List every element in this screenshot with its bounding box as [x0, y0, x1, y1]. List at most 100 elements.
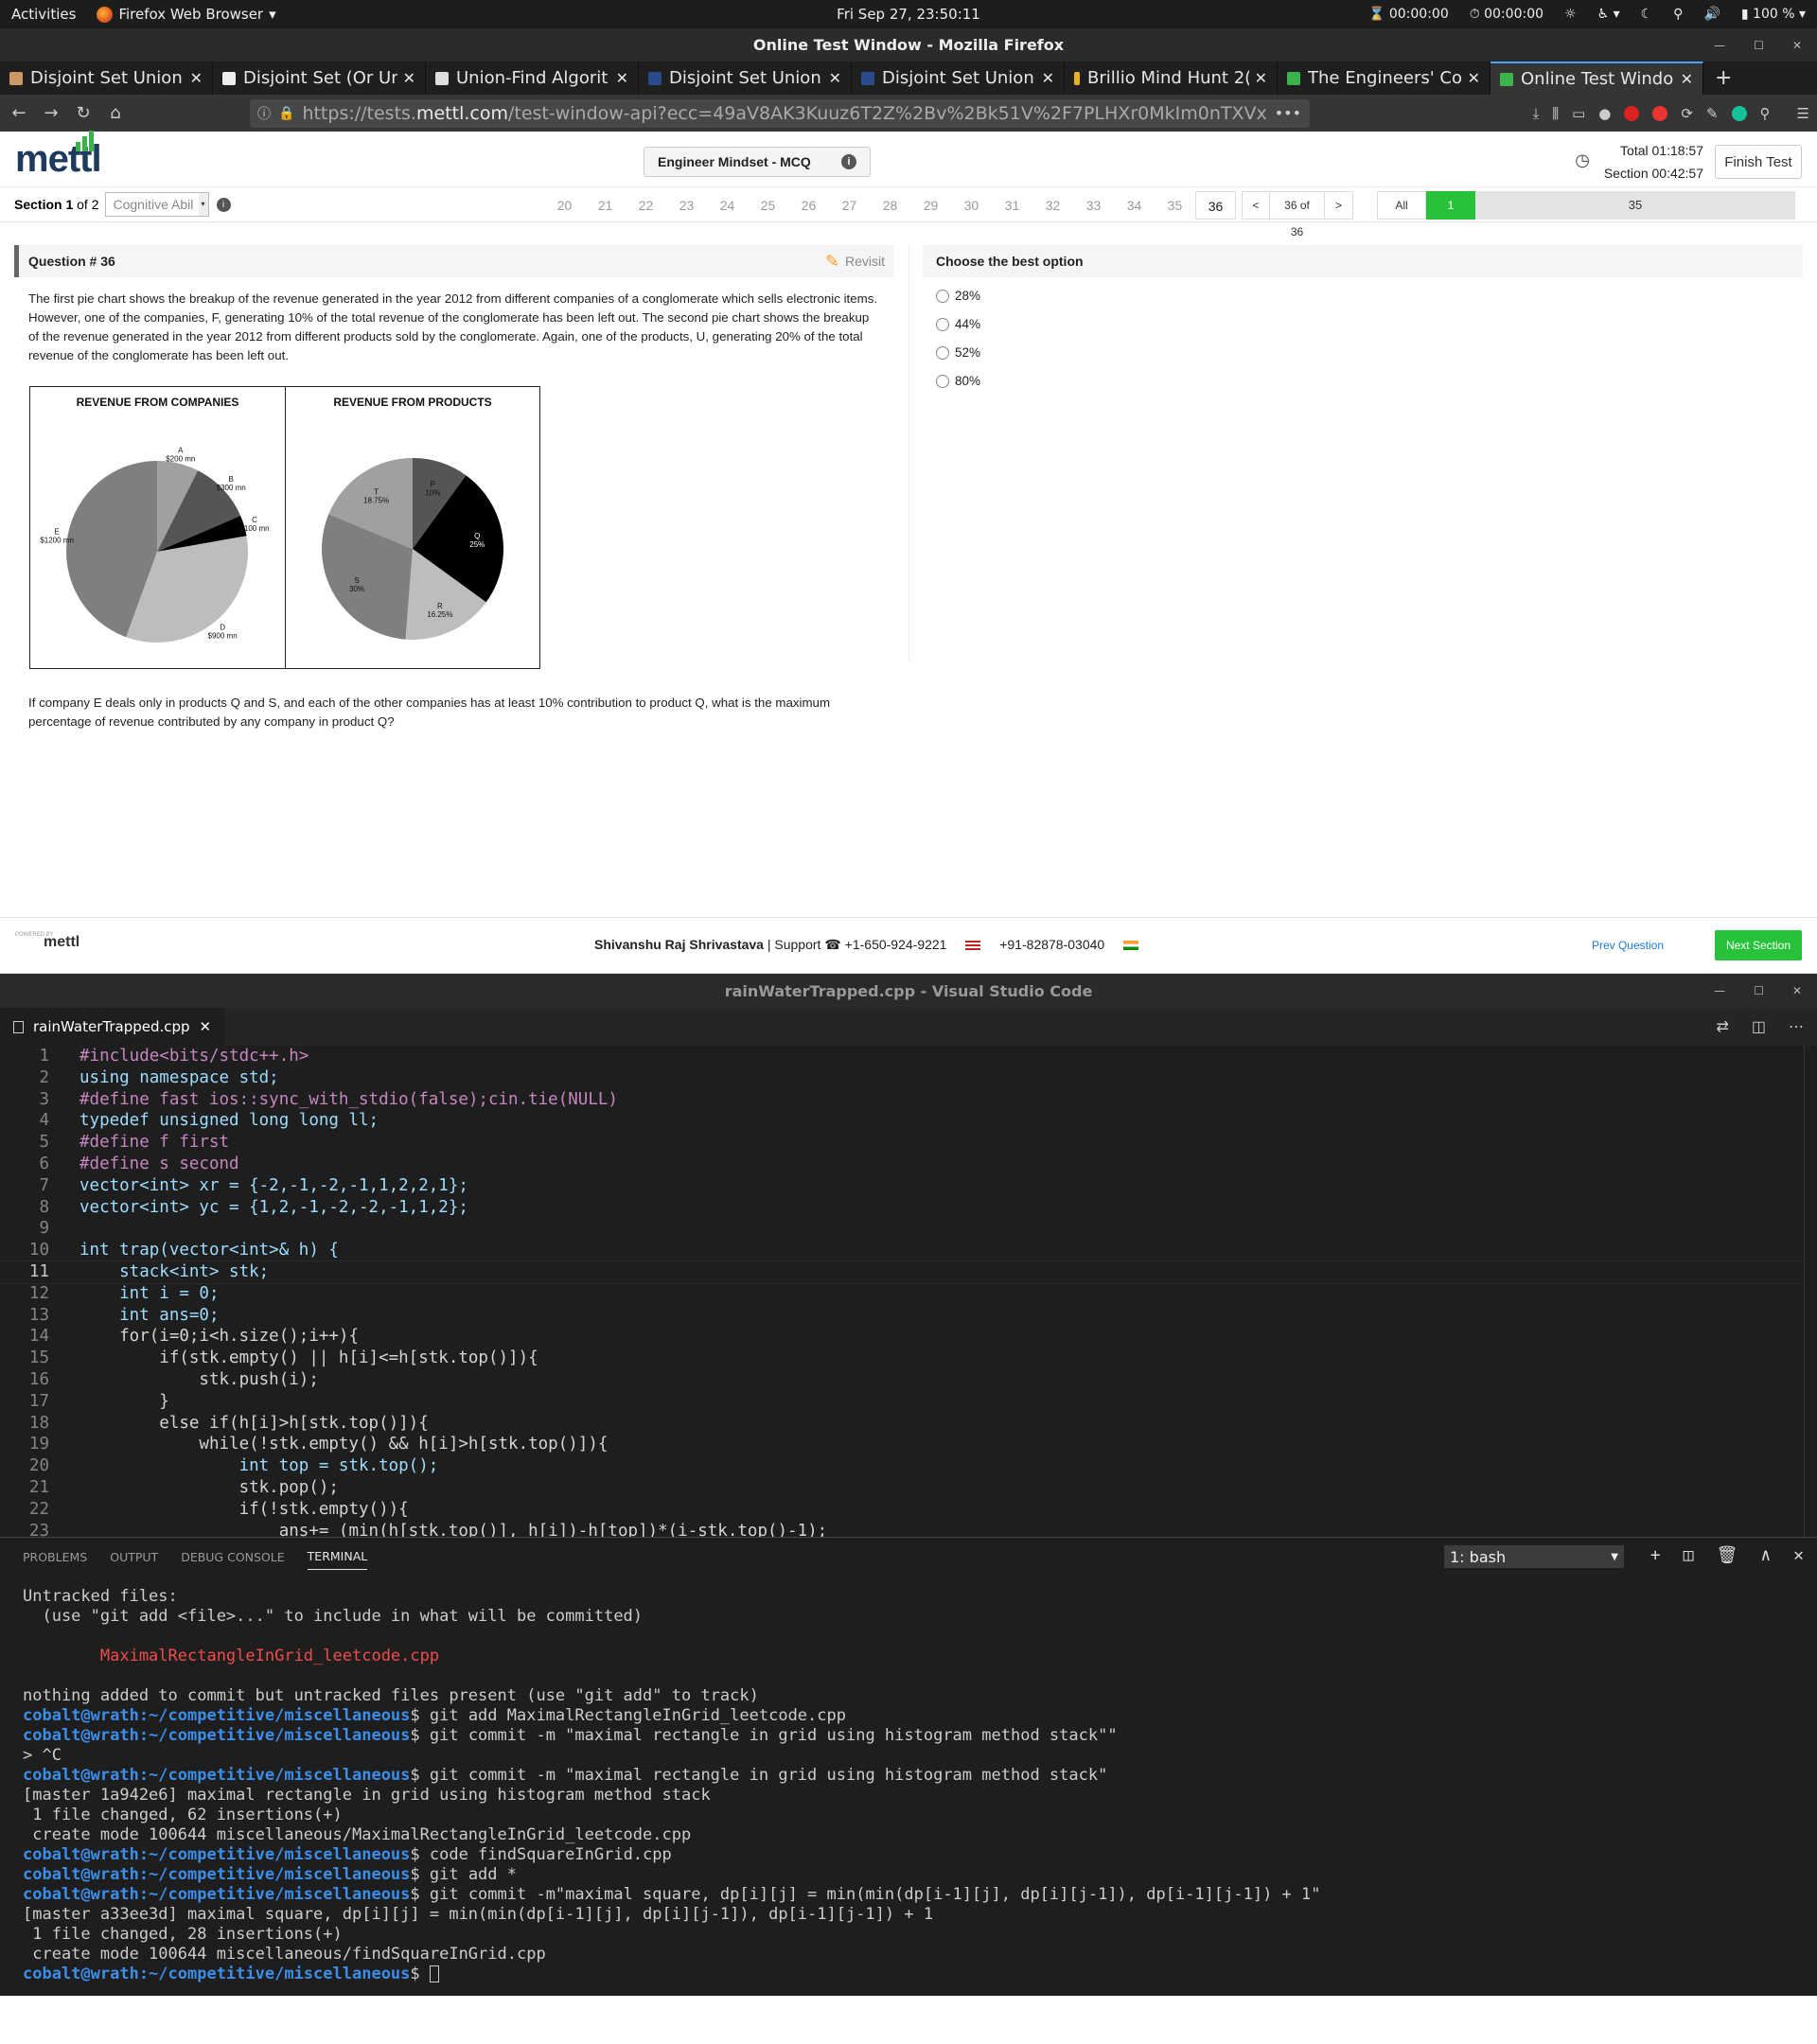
- app-menu[interactable]: Firefox Web Browser ▾: [97, 6, 276, 23]
- test-name-box[interactable]: Engineer Mindset - MCQ i: [644, 147, 871, 177]
- trash-icon[interactable]: 🗑: [1716, 1545, 1738, 1565]
- tab-close-icon[interactable]: ✕: [190, 69, 203, 87]
- tab-close-icon[interactable]: ✕: [1042, 69, 1054, 87]
- prev-question-button[interactable]: Prev Question: [1592, 939, 1664, 952]
- info-icon[interactable]: i: [841, 154, 856, 169]
- activities-button[interactable]: Activities: [11, 6, 76, 23]
- question-number[interactable]: 21: [585, 191, 626, 220]
- back-icon[interactable]: ←: [8, 103, 30, 123]
- terminal-output[interactable]: Untracked files: (use "git add <file>...…: [0, 1576, 1817, 1984]
- system-clock[interactable]: Fri Sep 27, 23:50:11: [837, 6, 980, 23]
- tab-close-icon[interactable]: ✕: [829, 69, 841, 87]
- browser-tab[interactable]: Disjoint Set Union ✕: [0, 62, 213, 95]
- option-row[interactable]: 52%: [936, 343, 1803, 362]
- terminal-select[interactable]: 1: bash ▼: [1444, 1545, 1624, 1568]
- page-actions-icon[interactable]: •••: [1275, 104, 1301, 122]
- tab-close-icon[interactable]: ✕: [403, 69, 415, 87]
- new-tab-icon[interactable]: +: [1703, 62, 1743, 95]
- question-number[interactable]: 28: [870, 191, 910, 220]
- maximize-icon[interactable]: ☐: [1754, 984, 1764, 997]
- lock-icon[interactable]: 🔒: [278, 106, 294, 121]
- editor-scrollbar[interactable]: [1804, 1046, 1817, 1537]
- minimize-icon[interactable]: —: [1714, 39, 1725, 52]
- close-icon[interactable]: ✕: [1792, 984, 1802, 997]
- url-bar[interactable]: ⓘ 🔒 https://tests.mettl.com/test-window-…: [250, 98, 1310, 128]
- search-icon[interactable]: ⚲: [1760, 105, 1771, 122]
- section-select[interactable]: Cognitive Abil ▾: [104, 192, 209, 217]
- battery-indicator[interactable]: ▮ 100 % ▾: [1741, 7, 1806, 22]
- option-row[interactable]: 80%: [936, 371, 1803, 391]
- close-icon[interactable]: ✕: [1792, 39, 1802, 52]
- adblock-icon[interactable]: [1624, 105, 1640, 121]
- tab-problems[interactable]: PROBLEMS: [23, 1550, 87, 1564]
- tab-output[interactable]: OUTPUT: [110, 1550, 158, 1564]
- tab-close-icon[interactable]: ✕: [1681, 70, 1693, 88]
- question-number[interactable]: 30: [951, 191, 992, 220]
- more-actions-icon[interactable]: ⋯: [1789, 1017, 1804, 1036]
- browser-tab[interactable]: Union-Find Algorit ✕: [426, 62, 639, 95]
- split-terminal-icon[interactable]: ◫: [1684, 1545, 1694, 1565]
- question-number[interactable]: 22: [626, 191, 666, 220]
- question-number[interactable]: 29: [910, 191, 951, 220]
- question-number[interactable]: 25: [748, 191, 788, 220]
- question-number-current[interactable]: 36: [1195, 191, 1236, 220]
- browser-tab[interactable]: Brillio Mind Hunt 2(✕: [1065, 62, 1278, 95]
- question-number[interactable]: 34: [1114, 191, 1155, 220]
- question-number[interactable]: 27: [829, 191, 870, 220]
- minimize-icon[interactable]: —: [1714, 984, 1725, 997]
- question-number[interactable]: 33: [1073, 191, 1114, 220]
- extension-icon[interactable]: [1652, 105, 1668, 121]
- info-icon[interactable]: ⓘ: [257, 104, 271, 123]
- tab-close-icon[interactable]: ✕: [1255, 69, 1267, 87]
- next-section-button[interactable]: Next Section: [1715, 930, 1802, 960]
- browser-tab[interactable]: Disjoint Set Union ✕: [639, 62, 852, 95]
- maximize-icon[interactable]: ☐: [1754, 39, 1764, 52]
- grammarly-icon[interactable]: [1731, 105, 1747, 121]
- new-terminal-icon[interactable]: +: [1650, 1545, 1661, 1565]
- question-number[interactable]: 24: [707, 191, 748, 220]
- tab-terminal[interactable]: TERMINAL: [307, 1549, 368, 1570]
- hamburger-menu-icon[interactable]: ☰: [1797, 105, 1809, 122]
- library-icon[interactable]: ⫼: [1552, 105, 1559, 122]
- option-row[interactable]: 28%: [936, 286, 1803, 306]
- hourglass-timer[interactable]: ⌛ 00:00:00: [1368, 7, 1449, 22]
- finish-test-button[interactable]: Finish Test: [1715, 145, 1802, 179]
- forward-icon[interactable]: →: [40, 103, 62, 123]
- maximize-panel-icon[interactable]: ∧: [1760, 1545, 1771, 1565]
- browser-tab[interactable]: Disjoint Set (Or Uni ✕: [213, 62, 426, 95]
- editor-tab[interactable]: rainWaterTrapped.cpp ✕: [0, 1008, 225, 1046]
- tab-debug-console[interactable]: DEBUG CONSOLE: [181, 1550, 284, 1564]
- question-number[interactable]: 23: [666, 191, 707, 220]
- browser-tab[interactable]: The Engineers' Coc ✕: [1278, 62, 1491, 95]
- browser-tab[interactable]: Disjoint Set Union ✕: [852, 62, 1065, 95]
- tab-close-icon[interactable]: ✕: [1468, 69, 1480, 87]
- split-editor-icon[interactable]: ◫: [1752, 1017, 1766, 1036]
- question-number[interactable]: 35: [1155, 191, 1195, 220]
- compare-icon[interactable]: ⇄: [1716, 1017, 1728, 1036]
- downloads-icon[interactable]: ⤓: [1533, 105, 1540, 122]
- browser-tab-active[interactable]: Online Test Windo ✕: [1491, 62, 1703, 95]
- question-number[interactable]: 26: [788, 191, 829, 220]
- next-page-button[interactable]: >: [1325, 191, 1353, 220]
- stopwatch-timer[interactable]: ⏱ 00:00:00: [1470, 7, 1544, 22]
- close-panel-icon[interactable]: ✕: [1793, 1545, 1804, 1565]
- filter-all[interactable]: All: [1377, 191, 1426, 220]
- radio-button[interactable]: [936, 289, 949, 303]
- sidebar-icon[interactable]: ▭: [1572, 105, 1585, 122]
- sync-icon[interactable]: ⟳: [1681, 105, 1693, 122]
- filter-answered[interactable]: 1: [1426, 191, 1475, 220]
- code-editor[interactable]: 1 #include<bits/stdc++.h> 2 using namespace…: [0, 1046, 1817, 1537]
- info-icon[interactable]: i: [216, 197, 231, 212]
- tab-close-icon[interactable]: ✕: [616, 69, 628, 87]
- question-number[interactable]: 31: [992, 191, 1032, 220]
- question-number[interactable]: 20: [544, 191, 585, 220]
- account-icon[interactable]: ●: [1598, 105, 1611, 122]
- revisit-button[interactable]: ✎ Revisit: [825, 252, 885, 272]
- accessibility-icon[interactable]: ♿ ▾: [1597, 7, 1620, 22]
- prev-page-button[interactable]: <: [1242, 191, 1270, 220]
- radio-button[interactable]: [936, 374, 949, 388]
- filter-unanswered[interactable]: 35: [1475, 191, 1795, 220]
- home-icon[interactable]: ⌂: [104, 103, 127, 123]
- radio-button[interactable]: [936, 317, 949, 331]
- option-row[interactable]: 44%: [936, 314, 1803, 334]
